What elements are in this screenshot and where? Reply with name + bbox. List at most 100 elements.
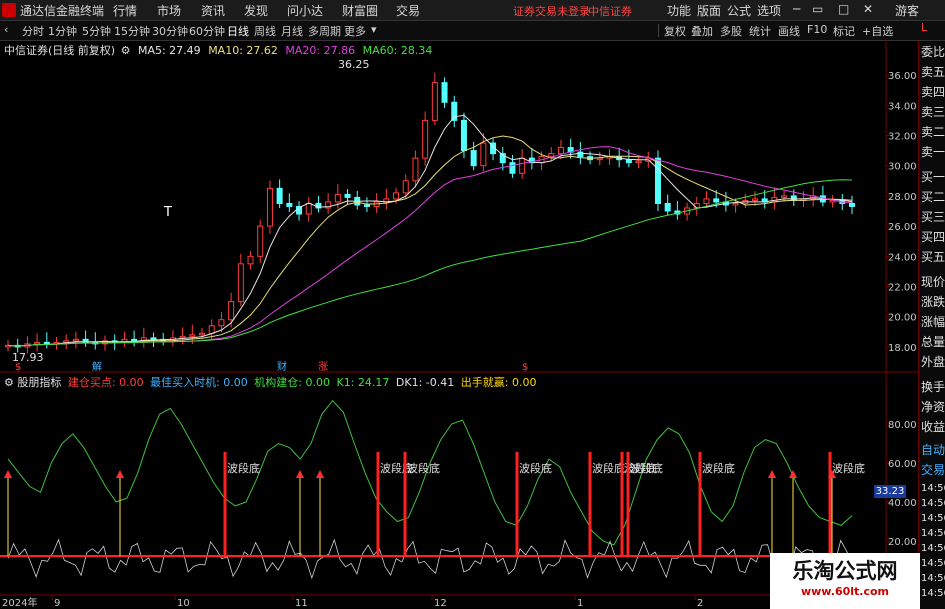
panel-mode-label[interactable]: L xyxy=(921,21,927,34)
candle-body xyxy=(664,202,671,212)
buy-arrow-icon xyxy=(789,470,797,478)
rp-trade[interactable]: 交易 xyxy=(921,461,945,478)
tab-daily[interactable]: 日线 xyxy=(227,23,249,39)
event-marker: 解 xyxy=(92,360,102,373)
candle-body xyxy=(43,341,50,345)
candle-body xyxy=(625,159,632,164)
candle-body xyxy=(519,157,526,174)
candle-body xyxy=(150,337,157,340)
settings-icon[interactable]: ⚙ xyxy=(121,44,131,57)
menu-caifuquan[interactable]: 财富圈 xyxy=(342,2,378,19)
btn-huaxian[interactable]: 画线 xyxy=(778,23,800,39)
btn-zixuan[interactable]: +自选 xyxy=(862,23,893,39)
tab-fenshi[interactable]: 分时 xyxy=(22,23,44,39)
tab-5min[interactable]: 5分钟 xyxy=(82,23,111,39)
year-label: 2024年 xyxy=(2,596,37,609)
menu-jiaoyi[interactable]: 交易 xyxy=(396,2,420,19)
btn-fuquan[interactable]: 复权 xyxy=(664,23,686,39)
rp-sell3: 卖三 xyxy=(921,105,945,119)
tab-15min[interactable]: 15分钟 xyxy=(114,23,150,39)
bottom-signal-label: 波段底 xyxy=(630,461,663,475)
back-icon[interactable]: ‹ xyxy=(4,23,8,36)
ma5-line xyxy=(7,114,853,347)
ma20-value: MA20: 27.86 xyxy=(285,44,356,57)
tab-60min[interactable]: 60分钟 xyxy=(189,23,225,39)
bottom-signal-label: 波段底 xyxy=(227,461,260,475)
candle-body xyxy=(781,195,788,198)
candle-body xyxy=(713,198,720,203)
app-title: 通达信金融终端 xyxy=(20,4,105,18)
menu-hangqing[interactable]: 行情 xyxy=(113,2,137,19)
indicator-settings-icon[interactable]: ⚙ xyxy=(4,376,14,389)
menu-gongshi[interactable]: 公式 xyxy=(727,2,751,19)
rp-turnover: 换手 xyxy=(921,380,945,394)
indicator-lines: 波段底 波段底波段底 波段底 波段底 波段底波段底 波段底 波段底 xyxy=(0,399,865,580)
maximize-icon[interactable]: □ xyxy=(838,2,849,16)
more-dropdown-icon[interactable]: ▾ xyxy=(371,23,377,36)
watermark-title: 乐淘公式网 xyxy=(792,559,898,583)
candle-body xyxy=(208,325,215,334)
minimize-icon[interactable]: ─ xyxy=(793,2,800,16)
candle-body xyxy=(402,180,409,194)
broker-name: 中信证券 xyxy=(588,5,632,18)
rp-buy1: 买一 xyxy=(921,170,945,184)
tab-1min[interactable]: 1分钟 xyxy=(48,23,77,39)
event-marker: $ xyxy=(522,362,528,373)
candle-body xyxy=(393,192,400,200)
indicator-legend: ⚙ 股朋指标 建仓买点: 0.00 最佳买入时机: 0.00 机构建仓: 0.0… xyxy=(4,374,536,390)
rp-buy2: 买二 xyxy=(921,190,945,204)
chushou-value: 出手就赢: 0.00 xyxy=(460,376,537,389)
btn-biaoji[interactable]: 标记 xyxy=(833,23,855,39)
menu-zixun[interactable]: 资讯 xyxy=(201,2,225,19)
menu-gongneng[interactable]: 功能 xyxy=(667,2,691,19)
ma10-line xyxy=(7,135,853,347)
menu-wenxiaoda[interactable]: 问小达 xyxy=(287,2,323,19)
rp-time-4: 14:56 xyxy=(921,528,945,539)
candle-body xyxy=(470,150,477,167)
close-icon[interactable]: ✕ xyxy=(863,2,873,16)
indicator-name[interactable]: 股朋指标 xyxy=(17,376,61,389)
candle-body xyxy=(199,332,206,336)
btn-diejia[interactable]: 叠加 xyxy=(691,23,713,39)
menu-shichang[interactable]: 市场 xyxy=(157,2,181,19)
menu-banmian[interactable]: 版面 xyxy=(697,2,721,19)
candle-body xyxy=(509,162,516,174)
tab-more[interactable]: 更多 xyxy=(344,23,366,39)
rp-time-3: 14:56 xyxy=(921,513,945,524)
tab-monthly[interactable]: 月线 xyxy=(281,23,303,39)
trade-login-notice[interactable]: 证券交易未登录 xyxy=(513,3,590,19)
rp-change: 涨跌 xyxy=(921,295,945,309)
rp-sell4: 卖四 xyxy=(921,85,945,99)
indicator-tick-label: 20.00 xyxy=(888,537,917,548)
price-tick-label: 18.00 xyxy=(888,343,917,354)
candle-body xyxy=(179,335,186,339)
menu-faxian[interactable]: 发现 xyxy=(244,2,268,19)
restore-icon[interactable]: ▭ xyxy=(812,2,823,16)
buy-arrow-icon xyxy=(296,470,304,478)
candle-body xyxy=(34,341,41,345)
rp-auto[interactable]: 自动 xyxy=(921,441,945,458)
rp-netasset: 净资 xyxy=(921,400,945,414)
candle-body xyxy=(635,160,642,164)
buy-arrow-icon xyxy=(4,470,12,478)
candle-body xyxy=(363,204,370,207)
month-label: 9 xyxy=(54,598,60,609)
tab-multi-period[interactable]: 多周期 xyxy=(308,23,341,39)
dk1-value: DK1: -0.41 xyxy=(395,376,455,389)
price-tick-label: 22.00 xyxy=(888,283,917,294)
btn-f10[interactable]: F10 xyxy=(807,23,827,36)
btn-tongji[interactable]: 统计 xyxy=(749,23,771,39)
rp-time-8: 14:56 xyxy=(921,588,945,599)
rp-volume: 总量 xyxy=(921,335,945,349)
menu-xuanxiang[interactable]: 选项 xyxy=(757,2,781,19)
rp-time-6: 14:56 xyxy=(921,558,945,569)
guest-label[interactable]: 游客 xyxy=(895,2,919,19)
tab-weekly[interactable]: 周线 xyxy=(254,23,276,39)
kline-chart[interactable]: 36.00 34.00 32.00 30.00 28.00 26.00 24.00 22.00… xyxy=(0,40,918,609)
btn-duogu[interactable]: 多股 xyxy=(720,23,742,39)
candle-body xyxy=(557,147,564,155)
tab-30min[interactable]: 30分钟 xyxy=(152,23,188,39)
stock-label[interactable]: 中信证券(日线 前复权) xyxy=(4,44,115,57)
candle-body xyxy=(480,142,487,167)
jigou-value: 机构建仓: 0.00 xyxy=(254,376,330,389)
